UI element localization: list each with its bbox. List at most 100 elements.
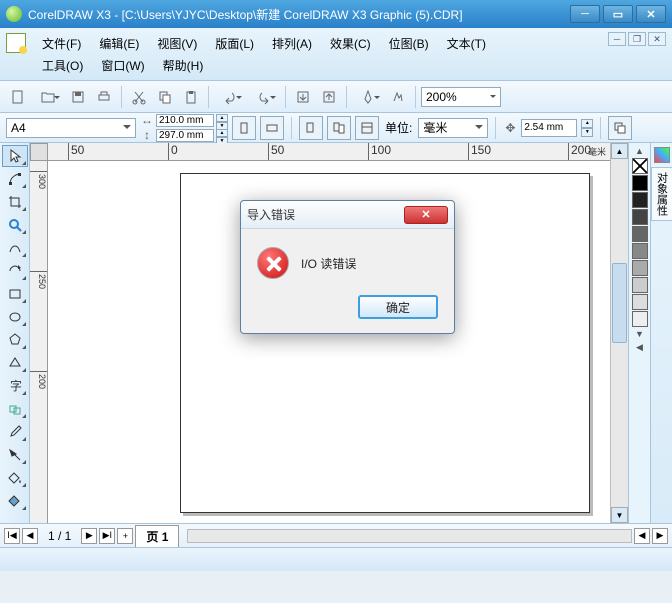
- menu-effects[interactable]: 效果(C): [322, 33, 379, 54]
- add-page-button[interactable]: +: [117, 528, 133, 544]
- text-tool[interactable]: 字: [2, 375, 28, 397]
- freehand-tool[interactable]: [2, 237, 28, 259]
- eyedropper-tool[interactable]: [2, 421, 28, 443]
- polygon-tool[interactable]: [2, 329, 28, 351]
- page-width-input[interactable]: 210.0 mm: [156, 114, 214, 127]
- scroll-down-button[interactable]: ▼: [611, 507, 628, 523]
- docker-panel: 对象属性: [650, 143, 672, 523]
- menu-window[interactable]: 窗口(W): [93, 55, 152, 76]
- page-apply-all-button[interactable]: [327, 116, 351, 140]
- width-spinner[interactable]: ▲▼: [216, 114, 228, 127]
- cut-button[interactable]: [127, 85, 151, 109]
- palette-flyout-button[interactable]: ◀: [632, 341, 648, 353]
- dialog-ok-button[interactable]: 确定: [358, 295, 438, 319]
- menu-file[interactable]: 文件(F): [34, 33, 89, 54]
- scroll-right-button[interactable]: ▶: [652, 528, 668, 544]
- first-page-button[interactable]: I◀: [4, 528, 20, 544]
- shape-tool[interactable]: [2, 168, 28, 190]
- swatch[interactable]: [632, 209, 648, 225]
- swatch[interactable]: [632, 175, 648, 191]
- height-spinner[interactable]: ▲▼: [216, 129, 228, 142]
- menu-help[interactable]: 帮助(H): [155, 55, 212, 76]
- menu-bitmaps[interactable]: 位图(B): [381, 33, 437, 54]
- swatch[interactable]: [632, 260, 648, 276]
- error-dialog: 导入错误 ✕ I/O 读错误 确定: [240, 200, 455, 334]
- nudge-input[interactable]: 2.54 mm: [521, 119, 577, 137]
- undo-button[interactable]: [214, 85, 246, 109]
- scroll-left-button[interactable]: ◀: [634, 528, 650, 544]
- paper-size-combo[interactable]: A4: [6, 118, 136, 138]
- duplicate-distance-button[interactable]: [608, 116, 632, 140]
- interactive-fill-tool[interactable]: [2, 490, 28, 512]
- dialog-message: I/O 读错误: [301, 255, 356, 272]
- crop-tool[interactable]: [2, 191, 28, 213]
- redo-button[interactable]: [248, 85, 280, 109]
- swatch-none[interactable]: [632, 158, 648, 174]
- open-button[interactable]: [32, 85, 64, 109]
- print-button[interactable]: [92, 85, 116, 109]
- last-page-button[interactable]: ▶I: [99, 528, 115, 544]
- unit-combo[interactable]: 毫米: [418, 118, 488, 138]
- ellipse-tool[interactable]: [2, 306, 28, 328]
- menu-text[interactable]: 文本(T): [439, 33, 494, 54]
- rectangle-tool[interactable]: [2, 283, 28, 305]
- page-height-input[interactable]: 297.0 mm: [156, 129, 214, 142]
- basic-shapes-tool[interactable]: [2, 352, 28, 374]
- zoom-combo[interactable]: 200%: [421, 87, 501, 107]
- new-document-icon[interactable]: [6, 33, 26, 53]
- landscape-button[interactable]: [260, 116, 284, 140]
- menu-view[interactable]: 视图(V): [149, 33, 205, 54]
- dialog-close-button[interactable]: ✕: [404, 206, 448, 224]
- swatch[interactable]: [632, 243, 648, 259]
- app-launcher-button[interactable]: [352, 85, 384, 109]
- portrait-button[interactable]: [232, 116, 256, 140]
- next-page-button[interactable]: ▶: [81, 528, 97, 544]
- swatch[interactable]: [632, 277, 648, 293]
- vertical-ruler[interactable]: 300 250 200: [30, 161, 48, 523]
- horizontal-scrollbar[interactable]: [187, 529, 632, 543]
- prev-page-button[interactable]: ◀: [22, 528, 38, 544]
- swatch[interactable]: [632, 294, 648, 310]
- close-button[interactable]: ✕: [636, 5, 666, 23]
- fill-tool[interactable]: [2, 467, 28, 489]
- nudge-spinner[interactable]: ▲▼: [581, 119, 593, 137]
- smart-draw-tool[interactable]: [2, 260, 28, 282]
- paste-button[interactable]: [179, 85, 203, 109]
- menu-edit[interactable]: 编辑(E): [91, 33, 147, 54]
- interactive-tool[interactable]: [2, 398, 28, 420]
- palette-down-button[interactable]: ▼: [632, 328, 648, 340]
- mdi-restore-button[interactable]: ❐: [628, 32, 646, 46]
- mdi-minimize-button[interactable]: ─: [608, 32, 626, 46]
- page-apply1-button[interactable]: [299, 116, 323, 140]
- outline-tool[interactable]: [2, 444, 28, 466]
- dialog-title-text: 导入错误: [247, 206, 295, 223]
- page-settings-button[interactable]: [355, 116, 379, 140]
- export-button[interactable]: [317, 85, 341, 109]
- page-tab[interactable]: 页 1: [135, 525, 179, 547]
- docker-tab-properties[interactable]: 对象属性: [651, 167, 672, 221]
- scroll-up-button[interactable]: ▲: [611, 143, 628, 159]
- docker-icon[interactable]: [654, 147, 670, 163]
- menu-layout[interactable]: 版面(L): [207, 33, 262, 54]
- menu-arrange[interactable]: 排列(A): [264, 33, 320, 54]
- scroll-thumb[interactable]: [612, 263, 627, 343]
- ruler-origin[interactable]: [30, 143, 48, 161]
- maximize-button[interactable]: ▭: [603, 5, 633, 23]
- import-button[interactable]: [291, 85, 315, 109]
- pick-tool[interactable]: [2, 145, 28, 167]
- swatch[interactable]: [632, 226, 648, 242]
- palette-up-button[interactable]: ▲: [632, 145, 648, 157]
- welcome-button[interactable]: [386, 85, 410, 109]
- new-button[interactable]: [6, 85, 30, 109]
- save-button[interactable]: [66, 85, 90, 109]
- horizontal-ruler[interactable]: 50 0 50 100 150 200 毫米: [48, 143, 610, 161]
- menu-tools[interactable]: 工具(O): [34, 55, 91, 76]
- zoom-tool[interactable]: [2, 214, 28, 236]
- swatch[interactable]: [632, 192, 648, 208]
- copy-button[interactable]: [153, 85, 177, 109]
- swatch[interactable]: [632, 311, 648, 327]
- minimize-button[interactable]: ─: [570, 5, 600, 23]
- dialog-titlebar[interactable]: 导入错误 ✕: [241, 201, 454, 229]
- mdi-close-button[interactable]: ✕: [648, 32, 666, 46]
- vertical-scrollbar[interactable]: ▲ ▼: [610, 143, 628, 523]
